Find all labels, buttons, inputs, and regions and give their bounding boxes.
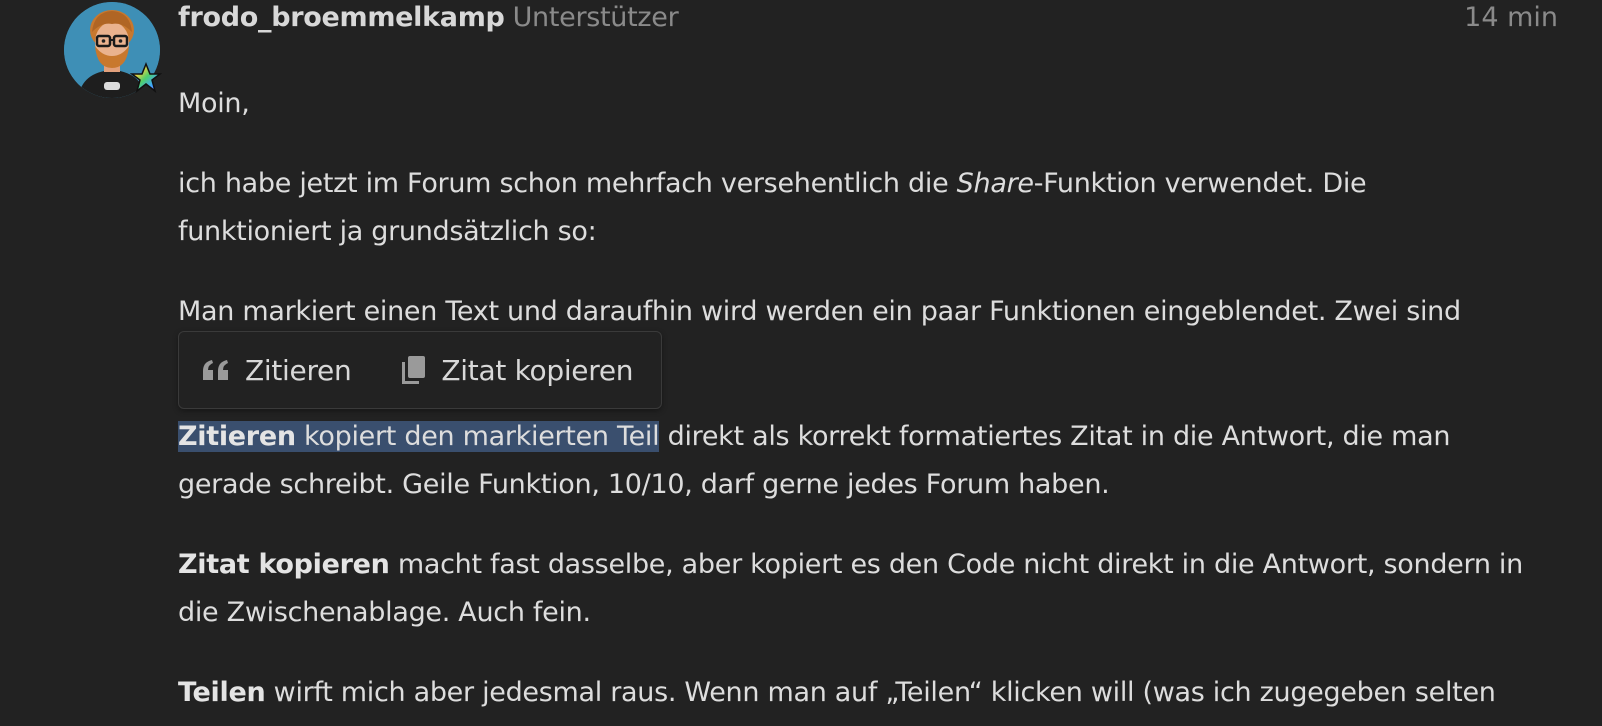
post-paragraph-line: Zitat kopieren macht fast dasselbe, aber…	[178, 541, 1523, 589]
post-paragraph-line: Teilen wirft mich aber jedesmal raus. We…	[178, 669, 1496, 717]
post-paragraph-line: die Zwischenablage. Auch fein.	[178, 597, 591, 628]
quote-button-label: Zitieren	[245, 353, 352, 387]
quote-icon	[201, 358, 231, 382]
text-segment: kopiert den markierten Teil	[295, 421, 660, 452]
copy-icon	[399, 354, 427, 386]
username-link[interactable]: frodo_broemmelkamp	[178, 2, 505, 33]
post-timestamp[interactable]: 14 min	[1464, 0, 1558, 36]
text-segment: wirft mich aber jedesmal raus. Wenn man …	[265, 677, 1496, 708]
user-title: Unterstützer	[512, 2, 679, 33]
quote-selection-popup: Zitieren Zitat kopieren	[178, 331, 662, 409]
quote-button[interactable]: Zitieren	[179, 340, 373, 400]
post-paragraph-line: ich habe jetzt im Forum schon mehrfach v…	[178, 160, 1367, 208]
post-paragraph-line: Zitieren kopiert den markierten Teil dir…	[178, 413, 1451, 461]
bold-term-teilen: Teilen	[178, 677, 266, 708]
bold-term-zitat-kopieren: Zitat kopieren	[178, 549, 390, 580]
post-paragraph-line: funktioniert ja grundsätzlich so:	[178, 216, 597, 247]
text-segment: ich habe jetzt im Forum schon mehrfach v…	[178, 168, 957, 199]
post-paragraph-line: Man markiert einen Text und daraufhin wi…	[178, 296, 1461, 327]
text-segment: direkt als korrekt formatiertes Zitat in…	[659, 421, 1451, 452]
bold-term-zitieren: Zitieren	[178, 421, 296, 452]
text-segment: macht fast dasselbe, aber kopiert es den…	[389, 549, 1523, 580]
copy-quote-button[interactable]: Zitat kopieren	[373, 340, 655, 400]
post-paragraph-line: gerade schreibt. Geile Funktion, 10/10, …	[178, 469, 1110, 500]
forum-post: frodo_broemmelkamp Unterstützer 14 min Mo…	[0, 0, 1602, 726]
flair-star-icon	[129, 61, 163, 94]
emphasis-share: Share	[956, 168, 1034, 199]
copy-quote-button-label: Zitat kopieren	[441, 353, 634, 387]
text-segment: -Funktion verwendet. Die	[1033, 168, 1367, 199]
post-author: frodo_broemmelkamp Unterstützer	[178, 0, 679, 36]
selected-text[interactable]: Zitieren kopiert den markierten Teil	[178, 421, 660, 452]
post-paragraph-greeting: Moin,	[178, 88, 250, 119]
